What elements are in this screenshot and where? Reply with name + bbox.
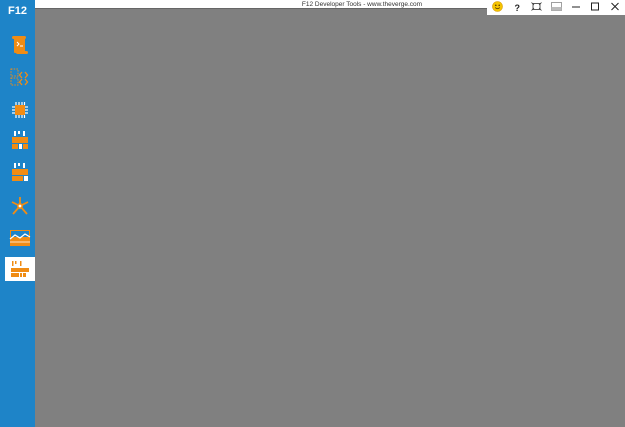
debugger-scroll-icon (10, 34, 30, 56)
window-controls: ? (488, 0, 625, 15)
ui-responsiveness-icon (9, 195, 31, 217)
tool-sidebar: F12 (0, 0, 35, 427)
dock-icon (550, 1, 562, 14)
smiley-icon (492, 0, 504, 15)
network-icon (10, 130, 30, 152)
close-icon (610, 2, 620, 14)
unpin-icon (531, 1, 543, 14)
unpin-button[interactable] (527, 0, 547, 15)
maximize-icon (590, 2, 600, 14)
f12-logo: F12 (8, 5, 27, 17)
minimize-button[interactable] (566, 0, 586, 15)
maximize-button[interactable] (586, 0, 606, 15)
tool-profiler[interactable] (5, 226, 35, 250)
performance-icon (10, 162, 30, 184)
tool-content-area-right (487, 15, 625, 427)
close-button[interactable] (605, 0, 625, 15)
tool-memory[interactable] (5, 98, 35, 122)
tool-emulation[interactable] (5, 257, 35, 281)
dom-explorer-icon (10, 67, 30, 87)
emulation-icon (9, 258, 31, 280)
memory-chip-icon (10, 100, 30, 120)
tool-dom-explorer[interactable] (5, 65, 35, 89)
profiler-chart-icon (9, 228, 31, 248)
tool-network[interactable] (5, 129, 35, 153)
tool-ui-responsiveness[interactable] (5, 194, 35, 218)
tool-performance[interactable] (5, 161, 35, 185)
tool-content-area (35, 9, 487, 427)
help-label: ? (514, 2, 521, 13)
dock-button[interactable] (547, 0, 567, 15)
tool-debugger[interactable] (5, 33, 35, 57)
help-button[interactable]: ? (508, 0, 528, 15)
feedback-button[interactable] (488, 0, 508, 15)
minimize-icon (571, 2, 581, 14)
